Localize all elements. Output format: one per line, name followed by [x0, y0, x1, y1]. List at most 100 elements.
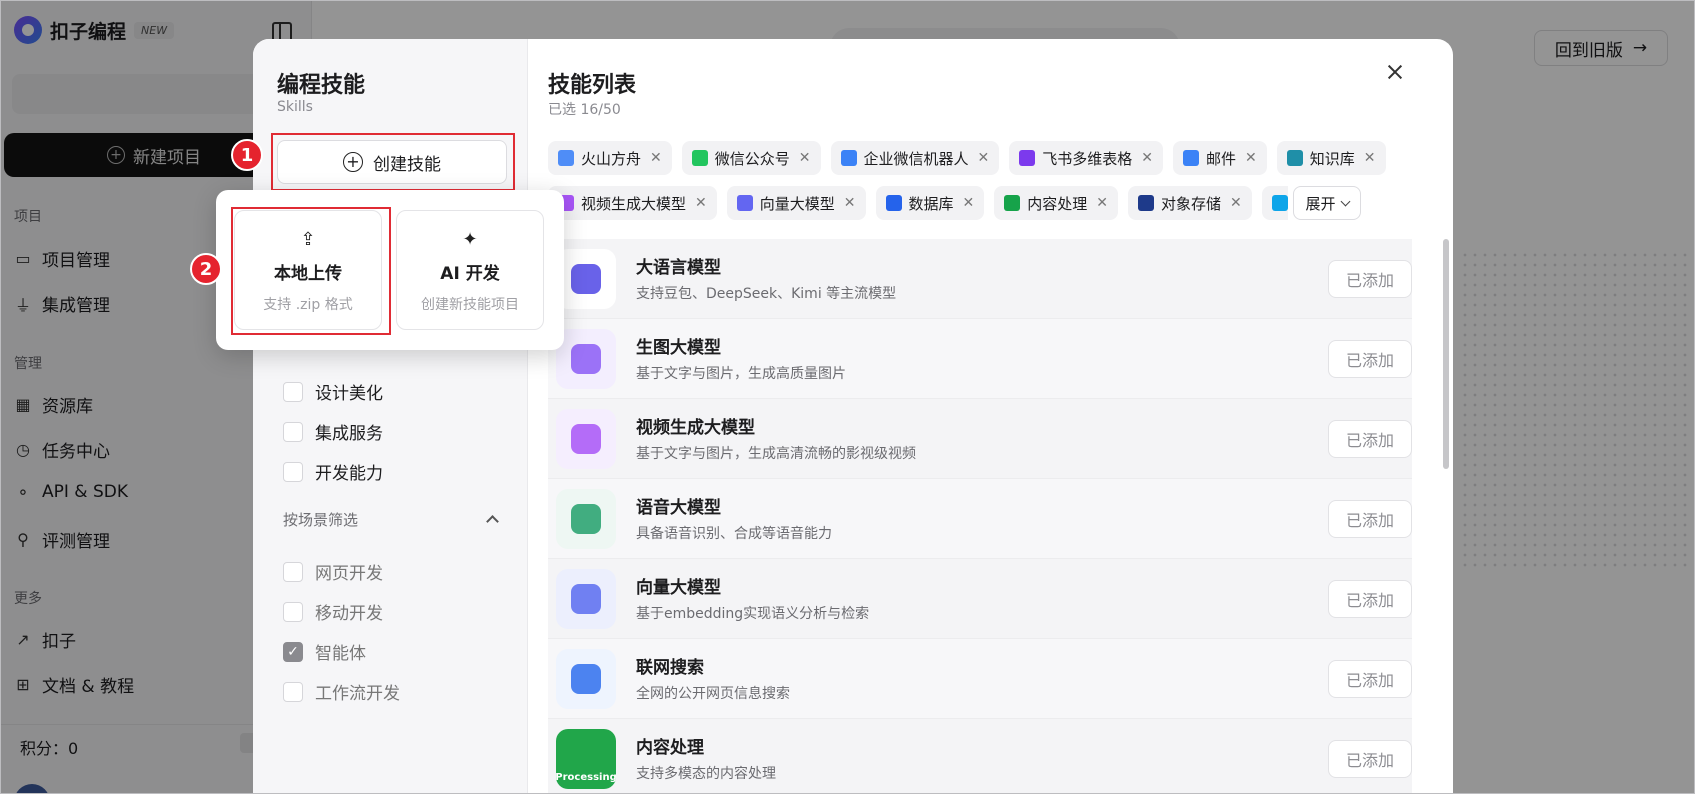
- skill-glyph-icon: [571, 344, 601, 374]
- added-button[interactable]: 已添加: [1328, 500, 1412, 538]
- tag-label: 对象存储: [1161, 194, 1222, 213]
- tag-logo-icon: [1183, 150, 1199, 166]
- checkbox-checked[interactable]: ✓: [283, 641, 303, 662]
- filter-checkbox-row[interactable]: 工作流开发: [283, 679, 400, 704]
- selected-tag[interactable]: 火山方舟 ✕: [548, 141, 672, 175]
- skill-row: 视频生成大模型 基于文字与图片，生成高清流畅的影视级视频 已添加: [548, 399, 1412, 479]
- selected-tag[interactable]: 邮件 ✕: [1173, 141, 1267, 175]
- filter-checkbox-row[interactable]: 设计美化: [283, 379, 383, 404]
- option-title: AI 开发: [440, 264, 500, 284]
- skill-row: Processing 内容处理 支持多模态的内容处理 已添加: [548, 719, 1412, 794]
- added-button[interactable]: 已添加: [1328, 580, 1412, 618]
- remove-tag-icon[interactable]: ✕: [844, 195, 856, 211]
- selected-tag[interactable]: 对象存储 ✕: [1128, 186, 1252, 220]
- selected-tag[interactable]: 数据库 ✕: [875, 186, 985, 220]
- tag-label: 火山方舟: [581, 149, 642, 168]
- filter-checkbox-row[interactable]: 网页开发: [283, 559, 383, 584]
- selected-tag[interactable]: 内容处理 ✕: [994, 186, 1118, 220]
- highlight-box-1: + 创建技能: [271, 133, 515, 191]
- skill-name: 大语言模型: [636, 258, 721, 278]
- skill-icon: [556, 249, 616, 309]
- tag-label: 企业微信机器人: [863, 149, 969, 168]
- filter-checkbox-row[interactable]: 开发能力: [283, 459, 383, 484]
- step-badge-1: 1: [231, 139, 263, 171]
- skill-list-title: 技能列表: [548, 73, 637, 98]
- skill-icon: [556, 649, 616, 709]
- skill-row: 生图大模型 基于文字与图片，生成高质量图片 已添加: [548, 319, 1412, 399]
- selected-count: 已选 16/50: [548, 102, 621, 118]
- skill-row: 语音大模型 具备语音识别、合成等语音能力 已添加: [548, 479, 1412, 559]
- skill-icon: Processing: [556, 729, 616, 789]
- checkbox[interactable]: [283, 561, 303, 582]
- tag-logo-icon: [1286, 150, 1303, 166]
- expand-label: 展开: [1305, 194, 1336, 213]
- remove-tag-icon[interactable]: ✕: [1230, 195, 1242, 211]
- filter-label: 设计美化: [315, 384, 383, 404]
- remove-tag-icon[interactable]: ✕: [1141, 150, 1153, 166]
- skill-description: 支持豆包、DeepSeek、Kimi 等主流模型: [636, 286, 897, 302]
- tag-label: 数据库: [908, 194, 954, 213]
- filter-label: 开发能力: [315, 464, 383, 484]
- scene-filter-header[interactable]: 按场景筛选: [283, 509, 503, 530]
- remove-tag-icon[interactable]: ✕: [978, 150, 990, 166]
- create-skill-button[interactable]: + 创建技能: [277, 140, 507, 184]
- checkbox[interactable]: [283, 421, 303, 442]
- skill-icon: [556, 569, 616, 629]
- sparkle-icon: ✦: [462, 229, 478, 250]
- remove-tag-icon[interactable]: ✕: [1364, 150, 1376, 166]
- remove-tag-icon[interactable]: ✕: [1096, 195, 1108, 211]
- ai-dev-option[interactable]: ✦ AI 开发 创建新技能项目: [396, 210, 544, 330]
- selected-tag[interactable]: 向量大模型 ✕: [726, 186, 866, 220]
- selected-tag[interactable]: 飞书消息✕: [1261, 186, 1288, 220]
- skill-glyph-icon: [571, 664, 601, 694]
- skill-description: 支持多模态的内容处理: [636, 766, 776, 782]
- selected-tags-row-1: 火山方舟 ✕ 微信公众号 ✕ 企业微信机器人 ✕ 飞书多维表格 ✕ 邮件 ✕ 知识库 ✕: [548, 141, 1428, 175]
- skill-row: 联网搜索 全网的公开网页信息搜索 已添加: [548, 639, 1412, 719]
- selected-tag[interactable]: 企业微信机器人 ✕: [830, 141, 1000, 175]
- skill-glyph-icon: [571, 264, 601, 294]
- remove-tag-icon[interactable]: ✕: [963, 195, 975, 211]
- checkbox[interactable]: [283, 461, 303, 482]
- expand-button[interactable]: 展开: [1293, 186, 1361, 220]
- remove-tag-icon[interactable]: ✕: [650, 150, 662, 166]
- selected-tag[interactable]: 知识库 ✕: [1276, 141, 1386, 175]
- filter-label: 集成服务: [315, 424, 383, 444]
- scrollbar[interactable]: [1443, 239, 1449, 469]
- added-button[interactable]: 已添加: [1328, 260, 1412, 298]
- selected-tag[interactable]: 视频生成大模型 ✕: [548, 186, 717, 220]
- skill-description: 基于文字与图片，生成高清流畅的影视级视频: [636, 446, 916, 462]
- filter-label: 智能体: [315, 644, 366, 664]
- tag-label: 知识库: [1309, 149, 1355, 168]
- skills-modal: 编程技能 Skills + 创建技能 设计美化 集成服务 开发能力 按场景筛选 …: [253, 39, 1453, 794]
- added-button[interactable]: 已添加: [1328, 660, 1412, 698]
- tag-logo-icon: [1019, 150, 1036, 166]
- filter-checkbox-row[interactable]: ✓ 智能体: [283, 639, 366, 664]
- selected-tag[interactable]: 飞书多维表格 ✕: [1009, 141, 1163, 175]
- checkbox[interactable]: [283, 381, 303, 402]
- tag-label: 飞书多维表格: [1042, 149, 1133, 168]
- tag-logo-icon: [1271, 195, 1288, 211]
- checkbox[interactable]: [283, 601, 303, 622]
- skill-glyph-icon: [571, 504, 601, 534]
- added-button[interactable]: 已添加: [1328, 420, 1412, 458]
- skill-icon-text: Processing: [556, 772, 616, 783]
- tag-label: 微信公众号: [714, 149, 790, 168]
- skill-list: 大语言模型 支持豆包、DeepSeek、Kimi 等主流模型 已添加 生图大模型 基于文…: [548, 239, 1412, 794]
- added-button[interactable]: 已添加: [1328, 740, 1412, 778]
- filter-label: 网页开发: [315, 564, 383, 584]
- selected-tag[interactable]: 微信公众号 ✕: [681, 141, 821, 175]
- close-icon[interactable]: [1384, 61, 1406, 83]
- added-button[interactable]: 已添加: [1328, 340, 1412, 378]
- tag-label: 内容处理: [1027, 194, 1088, 213]
- remove-tag-icon[interactable]: ✕: [1245, 150, 1257, 166]
- scene-filter-title: 按场景筛选: [283, 511, 359, 529]
- remove-tag-icon[interactable]: ✕: [799, 150, 811, 166]
- checkbox[interactable]: [283, 681, 303, 702]
- filter-checkbox-row[interactable]: 集成服务: [283, 419, 383, 444]
- filter-checkbox-row[interactable]: 移动开发: [283, 599, 383, 624]
- skill-description: 全网的公开网页信息搜索: [636, 686, 790, 702]
- create-skill-label: 创建技能: [373, 154, 441, 175]
- option-subtitle: 创建新技能项目: [421, 297, 519, 313]
- remove-tag-icon[interactable]: ✕: [695, 195, 707, 211]
- tag-logo-icon: [885, 195, 902, 211]
